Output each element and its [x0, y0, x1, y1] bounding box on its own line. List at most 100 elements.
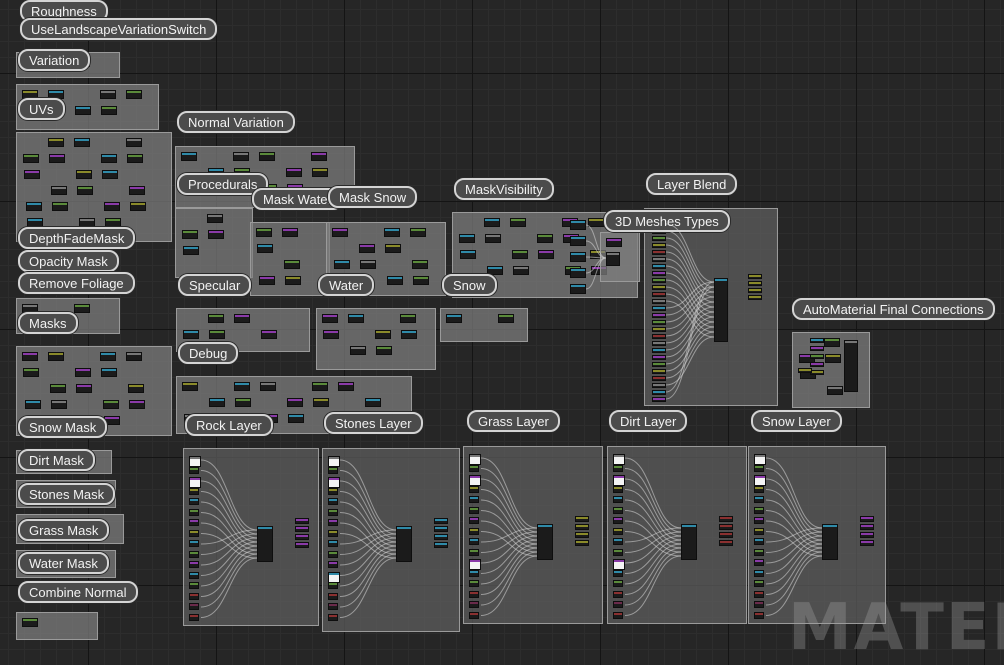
graph-node[interactable] [259, 276, 275, 285]
texture-input-node[interactable] [328, 571, 340, 583]
comment-title-specular[interactable]: Specular [178, 274, 252, 296]
layer-output-pin[interactable] [434, 542, 448, 548]
graph-node[interactable] [101, 368, 117, 377]
texture-input-node[interactable] [754, 485, 764, 493]
layer-output-pin[interactable] [295, 542, 309, 548]
graph-node[interactable] [311, 152, 327, 161]
comment-title-stones-mask[interactable]: Stones Mask [18, 483, 116, 505]
layer-output-pin[interactable] [575, 516, 589, 522]
blend-input-node[interactable] [652, 285, 666, 290]
texture-input-node[interactable] [189, 603, 199, 610]
graph-node[interactable] [209, 330, 225, 339]
comment-title-automaterial-final[interactable]: AutoMaterial Final Connections [792, 298, 995, 320]
graph-node[interactable] [484, 218, 500, 227]
texture-input-node[interactable] [189, 456, 201, 467]
graph-node[interactable] [825, 354, 841, 363]
texture-input-node[interactable] [469, 580, 479, 587]
graph-node[interactable] [334, 260, 350, 269]
texture-input-node[interactable] [469, 590, 479, 598]
blend-input-node[interactable] [652, 243, 666, 248]
blend-input-node[interactable] [652, 236, 666, 241]
blend-input-node[interactable] [652, 383, 666, 388]
graph-node[interactable] [208, 314, 224, 323]
texture-input-node[interactable] [469, 548, 479, 556]
graph-node[interactable] [312, 168, 328, 177]
comment-title-normal-variation[interactable]: Normal Variation [177, 111, 295, 133]
blend-input-node[interactable] [652, 376, 666, 381]
blend-output-pin[interactable] [748, 288, 762, 293]
comment-title-dirt-layer[interactable]: Dirt Layer [609, 410, 688, 432]
blend-input-node[interactable] [652, 299, 666, 304]
blend-input-node[interactable] [652, 313, 666, 318]
graph-node[interactable] [827, 386, 843, 395]
graph-node[interactable] [27, 218, 43, 227]
texture-input-node[interactable] [754, 580, 764, 587]
graph-node[interactable] [23, 368, 39, 377]
texture-input-node[interactable] [189, 613, 199, 621]
graph-node[interactable] [76, 384, 92, 393]
graph-node[interactable] [75, 368, 91, 377]
blend-input-node[interactable] [652, 278, 666, 283]
texture-input-node[interactable] [469, 464, 479, 472]
graph-node[interactable] [130, 202, 146, 211]
layer-output-pin[interactable] [860, 532, 874, 538]
comment-title-mask-visibility[interactable]: MaskVisibility [454, 178, 554, 200]
graph-node[interactable] [75, 106, 91, 115]
graph-node[interactable] [510, 218, 526, 227]
visibility-node[interactable] [570, 268, 586, 278]
comment-title-variation[interactable]: Variation [18, 49, 91, 71]
graph-node[interactable] [101, 106, 117, 115]
comment-title-mask-snow[interactable]: Mask Snow [328, 186, 418, 208]
comment-title-remove-foliage[interactable]: Remove Foliage [18, 272, 135, 294]
graph-node[interactable] [101, 154, 117, 163]
texture-input-node[interactable] [328, 477, 340, 488]
graph-node[interactable] [824, 338, 840, 347]
comment-title-opacity-mask[interactable]: Opacity Mask [18, 250, 119, 272]
texture-input-node[interactable] [469, 538, 479, 545]
texture-input-node[interactable] [189, 582, 199, 589]
texture-input-node[interactable] [613, 506, 623, 514]
texture-input-node[interactable] [328, 613, 338, 621]
graph-node[interactable] [74, 304, 90, 313]
layer-function-node[interactable] [822, 524, 838, 560]
graph-node[interactable] [513, 266, 529, 275]
comment-title-landscape-variation[interactable]: UseLandscapeVariationSwitch [20, 18, 218, 40]
texture-input-node[interactable] [754, 611, 764, 619]
texture-input-node[interactable] [328, 550, 338, 558]
texture-input-node[interactable] [189, 466, 199, 474]
layer-output-pin[interactable] [575, 524, 589, 530]
texture-input-node[interactable] [613, 590, 623, 598]
graph-node[interactable] [460, 250, 476, 259]
comment-title-depth-fade[interactable]: DepthFadeMask [18, 227, 136, 249]
graph-node[interactable] [312, 382, 328, 391]
graph-node[interactable] [588, 218, 604, 227]
layer-output-pin[interactable] [295, 518, 309, 524]
graph-node[interactable] [48, 138, 64, 147]
texture-input-node[interactable] [469, 601, 479, 608]
graph-node[interactable] [459, 234, 475, 243]
comment-title-rock-layer[interactable]: Rock Layer [185, 414, 273, 436]
layer-output-pin[interactable] [719, 524, 733, 530]
texture-input-node[interactable] [189, 550, 199, 558]
graph-node[interactable] [261, 330, 277, 339]
graph-node[interactable] [208, 230, 224, 239]
texture-input-node[interactable] [328, 540, 338, 547]
graph-node[interactable] [127, 154, 143, 163]
comment-title-uvs[interactable]: UVs [18, 98, 65, 120]
graph-node[interactable] [128, 384, 144, 393]
graph-node[interactable] [126, 352, 142, 361]
blend-input-node[interactable] [652, 257, 666, 262]
graph-node[interactable] [387, 276, 403, 285]
graph-node[interactable] [260, 382, 276, 391]
texture-input-node[interactable] [754, 454, 766, 465]
final-input-node[interactable] [810, 338, 824, 343]
graph-node[interactable] [52, 202, 68, 211]
graph-node[interactable] [233, 152, 249, 161]
graph-node[interactable] [51, 400, 67, 409]
texture-input-node[interactable] [613, 559, 625, 570]
texture-input-node[interactable] [613, 601, 623, 608]
blend-input-node[interactable] [652, 327, 666, 332]
graph-node[interactable] [313, 398, 329, 407]
comment-title-water[interactable]: Water [318, 274, 375, 296]
graph-node[interactable] [51, 186, 67, 195]
